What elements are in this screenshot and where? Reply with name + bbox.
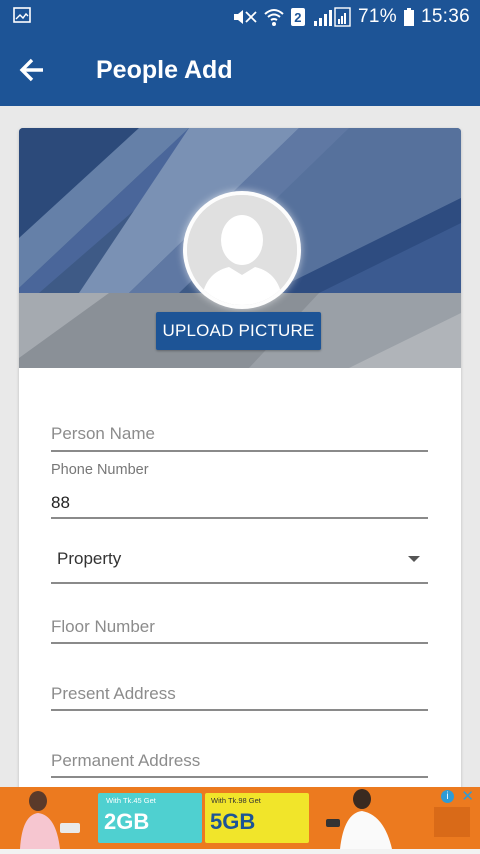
ad-offer-5gb: With Tk.98 Get 5GB <box>205 793 309 843</box>
present-address-underline <box>51 709 428 711</box>
phone-number-label: Phone Number <box>51 462 149 478</box>
sim-slot-text: 2 <box>294 10 302 25</box>
profile-avatar[interactable] <box>183 191 301 309</box>
bottom-strip <box>0 849 480 854</box>
clock-text: 15:36 <box>420 6 470 27</box>
ad-banner[interactable]: With Tk.45 Get 2GB With Tk.98 Get 5GB i … <box>0 787 480 849</box>
permanent-address-underline <box>51 776 428 778</box>
person-name-field[interactable]: Person Name <box>51 418 428 452</box>
profile-header: UPLOAD PICTURE <box>19 128 461 368</box>
app-bar: People Add <box>0 34 480 106</box>
phone-number-value: 88 <box>51 493 70 512</box>
ad-offer1-caption: With Tk.45 Get <box>106 796 156 805</box>
ad-info-icon[interactable]: i <box>441 790 454 803</box>
upload-picture-button[interactable]: UPLOAD PICTURE <box>156 312 321 350</box>
battery-icon <box>403 7 415 27</box>
people-form-card: UPLOAD PICTURE Person Name Phone Number … <box>19 128 461 808</box>
back-button[interactable] <box>14 52 50 88</box>
present-address-placeholder: Present Address <box>51 684 176 703</box>
present-address-field[interactable]: Present Address <box>51 677 428 713</box>
floor-number-underline <box>51 642 428 644</box>
property-select[interactable]: Property <box>51 542 428 586</box>
ad-close-icon[interactable]: ✕ <box>461 788 474 805</box>
sim-icon: 2 <box>290 7 306 27</box>
dropdown-arrow-icon <box>408 556 420 562</box>
status-bar: 2 71% 15:36 <box>0 0 480 34</box>
permanent-address-placeholder: Permanent Address <box>51 751 201 770</box>
person-name-placeholder: Person Name <box>51 424 155 443</box>
mute-icon <box>232 8 258 26</box>
phone-number-field[interactable]: Phone Number 88 <box>51 460 428 520</box>
battery-text: 71% <box>358 6 397 27</box>
property-selected-value: Property <box>57 549 122 568</box>
ad-offer-2gb: With Tk.45 Get 2GB <box>98 793 202 843</box>
signal-icon <box>312 7 352 27</box>
ad-offer1-amount: 2GB <box>104 809 150 834</box>
phone-number-underline <box>51 517 428 519</box>
screenshot-icon <box>13 7 31 23</box>
floor-number-placeholder: Floor Number <box>51 617 155 636</box>
ad-offer2-amount: 5GB <box>210 809 256 834</box>
floor-number-field[interactable]: Floor Number <box>51 610 428 646</box>
permanent-address-field[interactable]: Permanent Address <box>51 744 428 780</box>
arrow-left-icon <box>19 58 43 82</box>
wifi-icon <box>264 7 284 27</box>
ad-offer2-caption: With Tk.98 Get <box>211 796 261 805</box>
person-name-underline <box>51 450 428 452</box>
page-title: People Add <box>96 56 233 84</box>
person-placeholder-icon <box>187 195 297 305</box>
property-underline <box>51 582 428 584</box>
